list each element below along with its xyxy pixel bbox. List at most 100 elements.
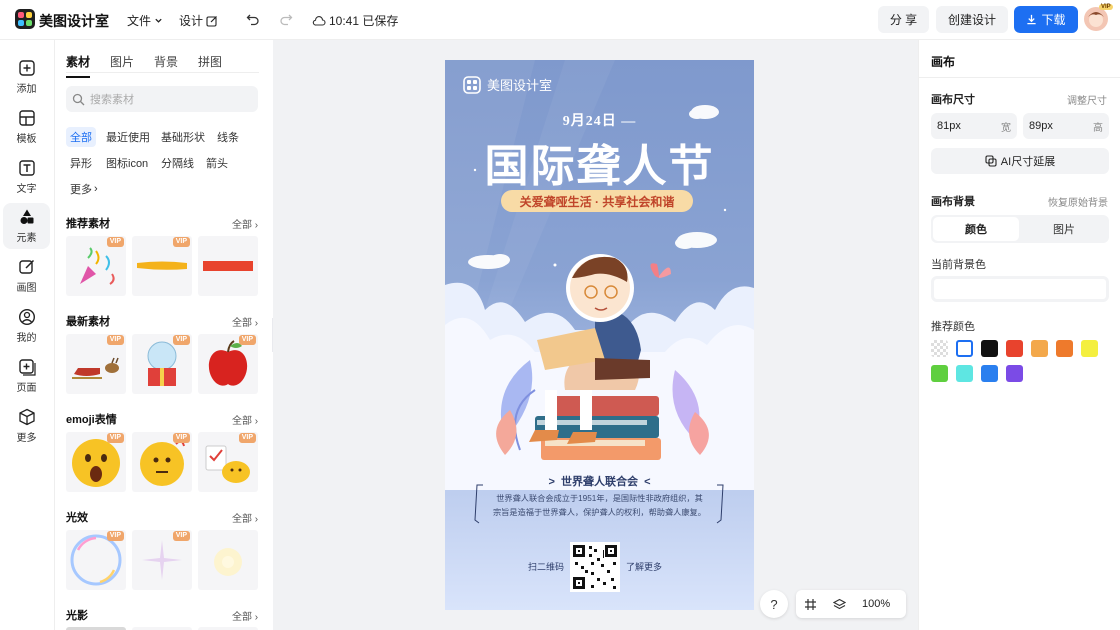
zoom-level[interactable]: 100%: [862, 598, 890, 610]
tab-backgrounds[interactable]: 背景: [154, 53, 178, 78]
nav-mine-label: 我的: [16, 333, 37, 344]
asset-thumb[interactable]: VIP: [132, 530, 192, 590]
tab-materials[interactable]: 素材: [66, 53, 91, 78]
poster-subtitle[interactable]: 关爱聋哑生活 · 共享社会和谐: [501, 190, 693, 212]
color-swatch[interactable]: [981, 340, 998, 357]
poster-desc-line2[interactable]: 宗旨是造福于世界聋人，保护聋人的权利，帮助聋人康复。: [445, 506, 754, 518]
section-all-emoji[interactable]: 全部 ›: [232, 412, 258, 427]
asset-thumb[interactable]: VIP: [198, 334, 258, 394]
color-swatch[interactable]: [956, 365, 973, 382]
color-swatch[interactable]: [956, 340, 973, 357]
color-swatch[interactable]: [931, 365, 948, 382]
help-button[interactable]: ?: [760, 590, 788, 618]
help-label: ?: [770, 596, 778, 612]
asset-thumb[interactable]: [198, 530, 258, 590]
nav-more[interactable]: 更多: [3, 403, 50, 449]
app-title[interactable]: 美图设计室: [39, 11, 109, 31]
chip-lines[interactable]: 线条: [213, 127, 243, 147]
bg-type-toggle: 颜色 图片: [931, 215, 1109, 243]
asset-thumb[interactable]: VIP: [66, 334, 126, 394]
canvas-bg-label: 画布背景: [931, 196, 975, 208]
section-all-recommended[interactable]: 全部 ›: [232, 216, 258, 231]
properties-panel: 画布 画布尺寸 调整尺寸 81px 宽 89px 高 AI尺寸延展 画布背景 恢…: [918, 40, 1120, 630]
avatar[interactable]: [1084, 7, 1108, 31]
poster-date[interactable]: 9月24日 —: [445, 110, 754, 130]
poster-scan-right[interactable]: 了解更多: [626, 560, 662, 573]
poster-desc-line1[interactable]: 世界聋人联合会成立于1951年，是国际性非政府组织，其: [445, 492, 754, 504]
design-menu[interactable]: 设计: [179, 12, 218, 29]
nav-template[interactable]: 模板: [3, 104, 50, 150]
color-swatch[interactable]: [1006, 340, 1023, 357]
seg-color[interactable]: 颜色: [933, 217, 1019, 241]
ai-resize-icon: [985, 155, 997, 167]
chip-icons[interactable]: 图标icon: [102, 153, 152, 173]
chip-more-label: 更多: [70, 184, 92, 196]
nav-text[interactable]: 文字: [3, 154, 50, 200]
file-menu[interactable]: 文件: [127, 12, 163, 29]
color-swatch[interactable]: [931, 340, 948, 357]
canvas-size-label: 画布尺寸: [931, 94, 975, 106]
chip-recent[interactable]: 最近使用: [102, 127, 154, 147]
poster-title[interactable]: 国际聋人节: [445, 130, 754, 194]
arrow-left-icon: <: [644, 476, 651, 488]
download-button[interactable]: 下载: [1014, 6, 1078, 33]
ai-extend-button[interactable]: AI尺寸延展: [931, 148, 1109, 174]
height-field[interactable]: 89px 高: [1023, 113, 1109, 139]
color-swatch[interactable]: [1031, 340, 1048, 357]
asset-thumb[interactable]: VIP: [66, 530, 126, 590]
chip-arrows[interactable]: 箭头: [202, 153, 232, 173]
section-all-latest[interactable]: 全部 ›: [232, 314, 258, 329]
chip-all[interactable]: 全部: [66, 127, 96, 147]
chevron-right-icon: ›: [254, 612, 259, 623]
nav-pages[interactable]: 页面: [3, 353, 50, 399]
chip-basic-shapes[interactable]: 基础形状: [157, 127, 209, 147]
current-bg-swatch[interactable]: [931, 276, 1109, 302]
layers-icon[interactable]: [833, 598, 846, 611]
height-unit: 高: [1093, 122, 1103, 134]
section-title-emoji: emoji表情: [66, 414, 117, 426]
asset-thumb[interactable]: VIP: [132, 236, 192, 296]
redo-icon[interactable]: [279, 12, 293, 26]
asset-thumb[interactable]: VIP: [132, 334, 192, 394]
nav-mine[interactable]: 我的: [3, 303, 50, 349]
seg-image[interactable]: 图片: [1021, 217, 1107, 241]
nav-elements[interactable]: 元素: [3, 203, 50, 249]
poster-brand[interactable]: 美图设计室: [463, 75, 552, 94]
asset-thumb[interactable]: VIP: [132, 432, 192, 492]
color-swatch[interactable]: [1006, 365, 1023, 382]
asset-thumb[interactable]: [198, 236, 258, 296]
section-all-light-effects[interactable]: 全部 ›: [232, 510, 258, 525]
adjust-size-link[interactable]: 调整尺寸: [1067, 92, 1107, 107]
grid-icon[interactable]: [804, 598, 817, 611]
chip-more[interactable]: 更多 ›: [66, 179, 102, 199]
app-logo-icon[interactable]: [15, 9, 35, 29]
restore-bg-link[interactable]: 恢复原始背景: [1048, 194, 1108, 209]
share-button[interactable]: 分 享: [878, 6, 929, 33]
asset-thumb[interactable]: VIP: [66, 432, 126, 492]
poster-scan-left[interactable]: 扫二维码: [528, 560, 564, 573]
vip-badge: VIP: [106, 237, 124, 247]
color-swatch[interactable]: [1081, 340, 1098, 357]
search-input[interactable]: 搜索素材: [66, 86, 258, 112]
width-field[interactable]: 81px 宽: [931, 113, 1017, 139]
chip-irregular[interactable]: 异形: [66, 153, 96, 173]
user-icon: [18, 308, 35, 326]
color-swatch[interactable]: [1056, 340, 1073, 357]
tab-images[interactable]: 图片: [110, 53, 134, 78]
color-swatch[interactable]: [981, 365, 998, 382]
section-all-label: 全部: [232, 318, 252, 329]
poster-canvas[interactable]: 美图设计室 9月24日 — 国际聋人节 关爱聋哑生活 · 共享社会和谐 > 世界…: [445, 60, 754, 610]
section-all-light-shadow[interactable]: 全部 ›: [232, 608, 258, 623]
poster-org[interactable]: > 世界聋人联合会 <: [445, 473, 754, 489]
nav-add[interactable]: 添加: [3, 54, 50, 100]
create-design-button[interactable]: 创建设计: [936, 6, 1008, 33]
nav-draw[interactable]: 画图: [3, 253, 50, 299]
undo-icon[interactable]: [246, 12, 260, 26]
chip-dividers[interactable]: 分隔线: [157, 153, 198, 173]
chevron-right-icon: ›: [254, 220, 259, 231]
vip-badge: VIP: [172, 237, 190, 247]
asset-thumb[interactable]: VIP: [198, 432, 258, 492]
tab-collage[interactable]: 拼图: [198, 53, 222, 78]
asset-thumb[interactable]: VIP: [66, 236, 126, 296]
section-title-light-shadow: 光影: [66, 610, 88, 622]
